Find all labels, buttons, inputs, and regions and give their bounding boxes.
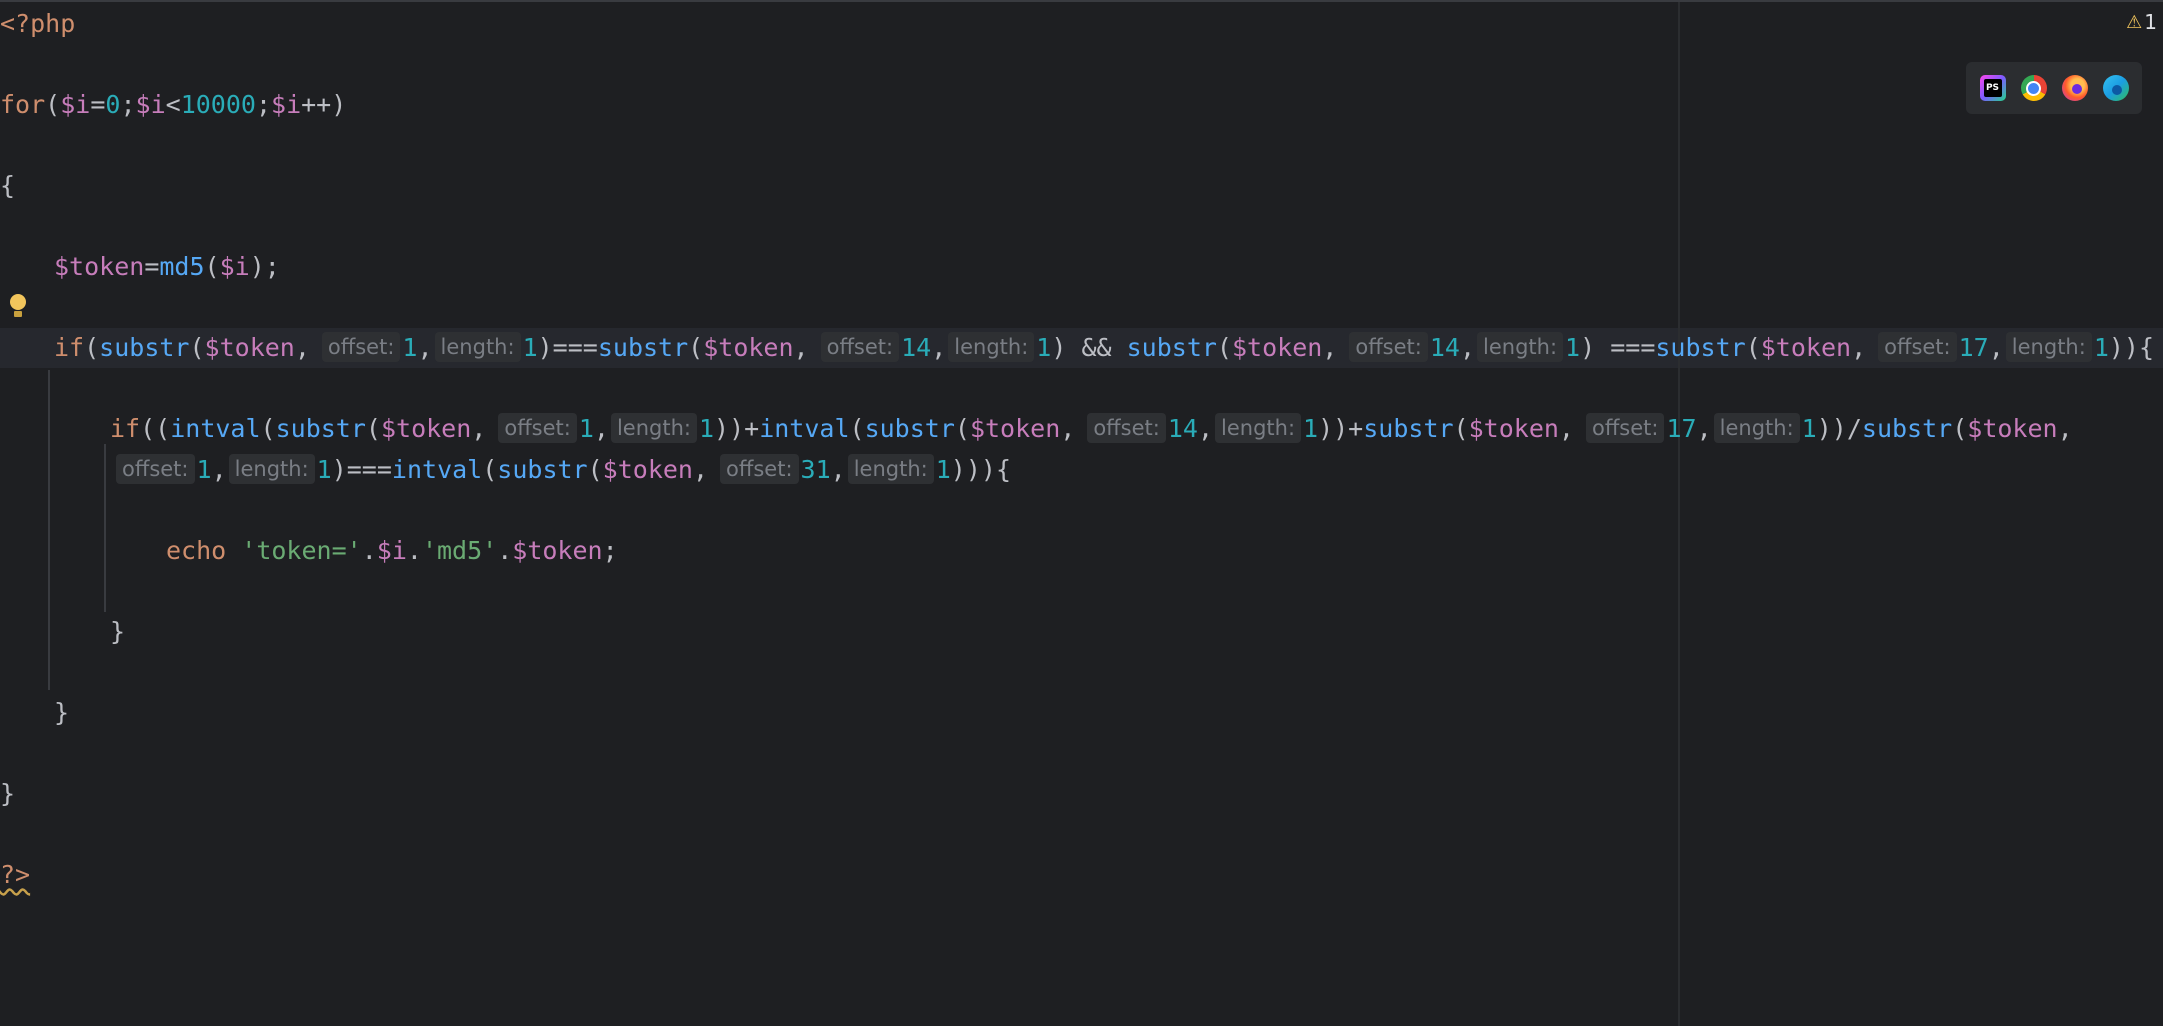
code-line-6[interactable]: if((intval(substr($token, offset: 1, length… [110, 409, 2073, 449]
code-line-10[interactable]: } [0, 774, 15, 814]
code-line-7[interactable]: echo 'token='.$i.'md5'.$token; [166, 531, 618, 571]
code-line-4[interactable]: $token=md5($i); [54, 247, 280, 287]
param-hint-length: length: [847, 454, 934, 484]
param-hint-offset: offset: [116, 454, 195, 484]
param-hint-offset: offset: [321, 332, 401, 362]
code-line-11[interactable]: ?> [0, 855, 30, 895]
code-line-3[interactable]: { [0, 166, 15, 206]
param-hint-length: length: [1477, 332, 1564, 362]
lightbulb-icon[interactable] [10, 294, 26, 320]
param-hint-offset: offset: [820, 332, 900, 362]
param-hint-length: length: [2005, 332, 2092, 362]
param-hint-offset: offset: [498, 413, 577, 443]
param-hint-offset: offset: [1349, 332, 1428, 362]
param-hint-offset: offset: [1585, 413, 1665, 443]
param-hint-offset: offset: [720, 454, 799, 484]
code-line-5[interactable]: if(substr($token, offset: 1, length: 1)===su… [54, 328, 2154, 368]
param-hint-length: length: [434, 332, 521, 362]
code-line-8[interactable]: } [110, 612, 125, 652]
edge-icon[interactable] [2102, 75, 2129, 101]
code-editor[interactable]: ⚠ 1 PS <?php for($i=0;$i<10000;$i++) { $… [0, 0, 2163, 1026]
param-hint-length: length: [1713, 413, 1800, 443]
param-hint-length: length: [610, 413, 697, 443]
chrome-icon[interactable] [2020, 75, 2047, 101]
param-hint-length: length: [1215, 413, 1302, 443]
indent-guide [48, 370, 50, 690]
param-hint-length: length: [948, 332, 1035, 362]
code-line-1[interactable]: <?php [0, 4, 75, 44]
code-line-6-continued[interactable]: offset: 1, length: 1)===intval(substr($toke… [114, 450, 1011, 490]
warning-count: 1 [2144, 10, 2157, 34]
warning-icon: ⚠ [2126, 11, 2143, 33]
phpstorm-icon[interactable]: PS [1979, 75, 2006, 101]
code-line-9[interactable]: } [54, 693, 69, 733]
browser-preview-toolbar: PS [1966, 62, 2142, 114]
right-margin-guide [1678, 2, 1680, 1026]
param-hint-offset: offset: [1878, 332, 1957, 362]
code-line-2[interactable]: for($i=0;$i<10000;$i++) [0, 85, 346, 125]
param-hint-offset: offset: [1087, 413, 1166, 443]
warning-indicator[interactable]: ⚠ 1 [2126, 10, 2157, 34]
param-hint-length: length: [228, 454, 315, 484]
indent-guide [104, 444, 106, 612]
firefox-icon[interactable] [2061, 75, 2088, 101]
